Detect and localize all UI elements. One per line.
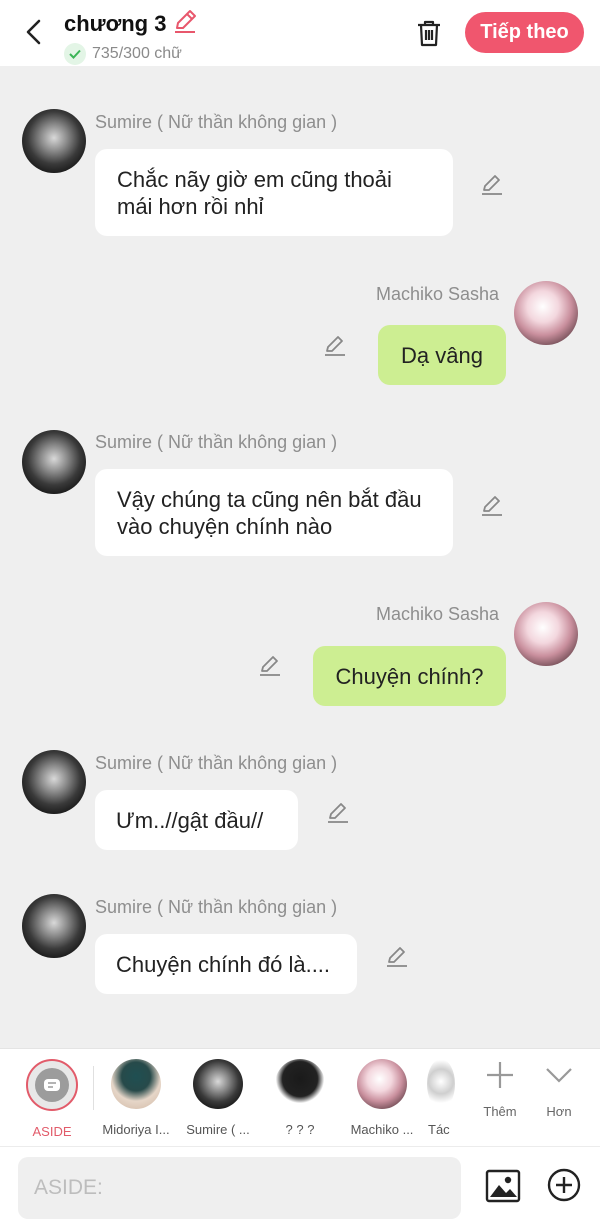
pencil-icon	[175, 10, 197, 33]
character-label: ? ? ?	[285, 1122, 315, 1137]
character-label: Midoriya I...	[102, 1122, 170, 1137]
character-label: Tác	[428, 1122, 450, 1137]
sender-name: Machiko Sasha	[376, 604, 500, 624]
chevron-down-icon	[546, 1068, 572, 1083]
tac-avatar	[427, 1059, 455, 1109]
trash-icon	[418, 20, 440, 47]
delete-button[interactable]	[410, 14, 448, 52]
avatar-machiko[interactable]	[514, 602, 578, 666]
message-bubble[interactable]: Dạ vâng	[378, 325, 506, 385]
more-label: Hơn	[546, 1104, 572, 1119]
sender-name: Machiko Sasha	[376, 284, 500, 304]
message-bubble[interactable]: Chuyện chính?	[313, 646, 506, 706]
chapter-title: chương 3	[64, 10, 167, 36]
edit-message-icon[interactable]	[257, 653, 283, 679]
divider	[93, 1066, 94, 1110]
sumire-avatar	[193, 1059, 243, 1109]
word-count: 735/300 chữ	[92, 45, 182, 62]
add-character-button[interactable]: Thêm	[470, 1059, 530, 1119]
edit-title-button[interactable]	[172, 8, 198, 39]
character-midoriya[interactable]: Midoriya I...	[96, 1059, 176, 1137]
aside-avatar	[26, 1059, 78, 1111]
character-bar: ASIDE Midoriya I... Sumire ( ... ? ? ? M…	[0, 1048, 600, 1146]
character-aside[interactable]: ASIDE	[12, 1059, 92, 1139]
machiko-avatar	[357, 1059, 407, 1109]
edit-message-icon[interactable]	[322, 333, 348, 359]
back-arrow-icon	[26, 19, 41, 45]
message-bubble[interactable]: Chắc nãy giờ em cũng thoải mái hơn rồi n…	[95, 149, 453, 236]
unknown-avatar	[275, 1059, 325, 1109]
image-icon[interactable]	[484, 1167, 522, 1205]
character-tac[interactable]: Tác	[424, 1059, 458, 1137]
avatar-sumire[interactable]	[22, 109, 86, 173]
avatar-machiko[interactable]	[514, 281, 578, 345]
check-icon	[64, 43, 86, 65]
add-circle-icon[interactable]	[546, 1167, 582, 1203]
top-bar: chương 3 735/300 chữ Tiếp theo	[0, 0, 600, 66]
message-bubble[interactable]: Chuyện chính đó là....	[95, 934, 357, 994]
next-button[interactable]: Tiếp theo	[465, 12, 584, 53]
character-unknown[interactable]: ? ? ?	[260, 1059, 340, 1137]
edit-message-icon[interactable]	[479, 493, 505, 519]
character-label: ASIDE	[32, 1124, 72, 1139]
sender-name: Sumire ( Nữ thần không gian )	[95, 432, 338, 452]
message-icon	[44, 1079, 60, 1091]
sender-name: Sumire ( Nữ thần không gian )	[95, 897, 338, 917]
message-bubble[interactable]: Ưm..//gật đầu//	[95, 790, 298, 850]
more-button[interactable]: Hơn	[529, 1059, 589, 1119]
avatar-sumire[interactable]	[22, 750, 86, 814]
character-sumire[interactable]: Sumire ( ...	[178, 1059, 258, 1137]
character-label: Machiko ...	[350, 1122, 414, 1137]
add-label: Thêm	[483, 1104, 517, 1119]
character-machiko[interactable]: Machiko ...	[342, 1059, 422, 1137]
avatar-sumire[interactable]	[22, 894, 86, 958]
edit-message-icon[interactable]	[325, 800, 351, 826]
back-button[interactable]	[16, 14, 52, 50]
sender-name: Sumire ( Nữ thần không gian )	[95, 753, 338, 773]
message-bubble[interactable]: Vậy chúng ta cũng nên bắt đầu vào chuyện…	[95, 469, 453, 556]
plus-icon	[487, 1062, 513, 1088]
input-bar	[0, 1146, 600, 1229]
character-label: Sumire ( ...	[186, 1122, 250, 1137]
edit-message-icon[interactable]	[479, 172, 505, 198]
message-input[interactable]	[18, 1157, 461, 1219]
avatar-sumire[interactable]	[22, 430, 86, 494]
midoriya-avatar	[111, 1059, 161, 1109]
edit-message-icon[interactable]	[384, 944, 410, 970]
chapter-title-area: chương 3 735/300 chữ	[64, 8, 198, 65]
sender-name: Sumire ( Nữ thần không gian )	[95, 112, 338, 132]
